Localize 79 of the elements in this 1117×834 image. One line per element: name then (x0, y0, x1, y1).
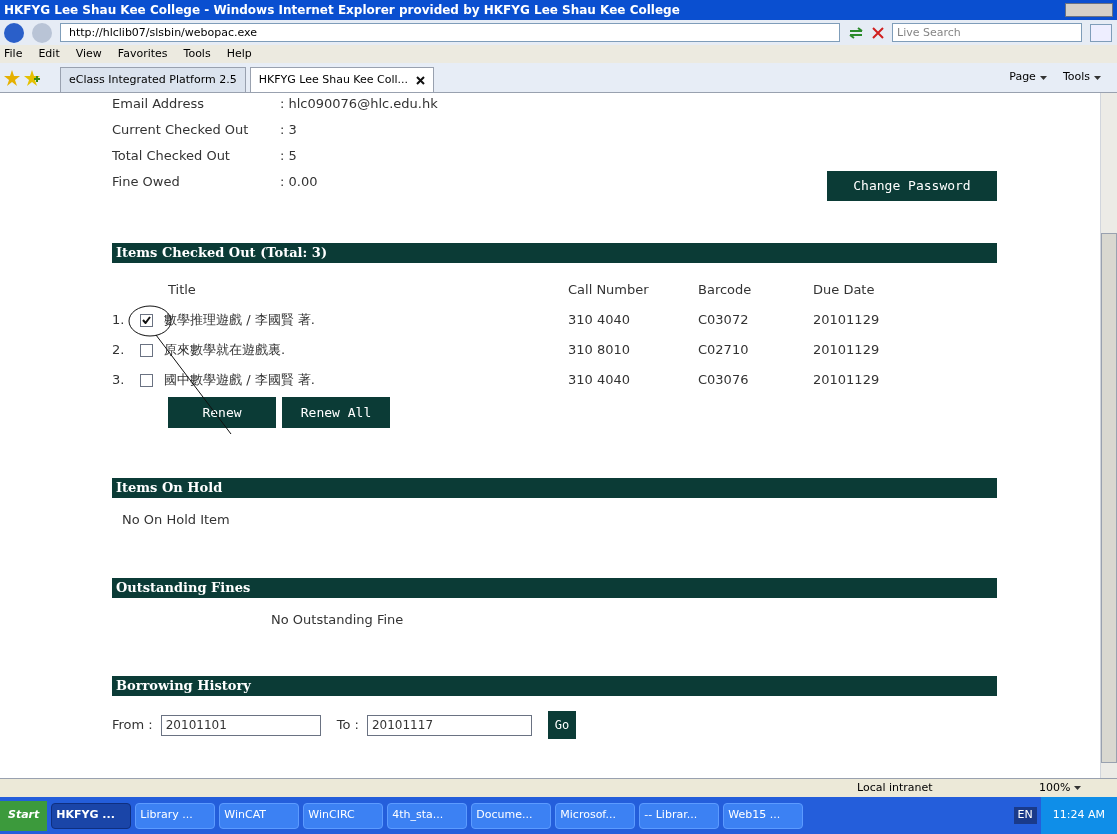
row-number: 1. (112, 311, 126, 329)
menu-item[interactable]: Edit (38, 45, 60, 63)
start-button[interactable]: Start (0, 800, 48, 831)
table-cell-text: 310 4040 (568, 311, 632, 329)
from-date-field[interactable]: 20101101 (160, 714, 321, 736)
check-icon (142, 316, 151, 324)
refresh-icon[interactable] (848, 26, 864, 39)
checkbox[interactable] (140, 343, 153, 357)
field-value: : 5 (280, 147, 297, 165)
language-indicator[interactable]: EN (1013, 807, 1037, 824)
section-header: Items On Hold (112, 478, 997, 498)
caret-icon (1074, 786, 1082, 790)
table-cell-text: 國中數學遊戲 / 李國賢 著. (164, 371, 316, 389)
column-header: Call Number (568, 281, 650, 299)
caret-icon (1094, 75, 1101, 80)
column-header: Title (168, 281, 197, 299)
taskbar-button[interactable]: WinCIRC (303, 802, 384, 829)
change-password-button[interactable]: Change Password (827, 171, 997, 201)
caret-icon (1039, 75, 1047, 80)
star-icon[interactable] (4, 69, 20, 86)
back-icon[interactable] (4, 22, 24, 43)
to-date-field[interactable]: 20101117 (366, 714, 532, 736)
clock-text: 11:24 AM (1052, 807, 1105, 824)
section-header: Borrowing History (112, 676, 997, 696)
search-field[interactable]: Live Search (892, 23, 1082, 42)
from-label: From : (112, 716, 153, 735)
taskbar-button[interactable]: Library ... (135, 802, 216, 829)
field-value: : hlc090076@hlc.edu.hk (280, 95, 438, 113)
table-cell-text: 20101129 (813, 371, 881, 389)
taskbar-button[interactable]: HKFYG ... (51, 802, 132, 829)
renew-button[interactable]: Renew (168, 397, 276, 428)
row-number: 2. (112, 341, 126, 359)
field-value: : 3 (280, 121, 297, 139)
taskbar-button[interactable]: Web15 ... (723, 802, 804, 829)
message-text: No Outstanding Fine (271, 610, 405, 629)
menu-item[interactable]: Favorites (117, 45, 168, 63)
taskbar-button[interactable]: Docume... (471, 802, 552, 829)
window-title: HKFYG Lee Shau Kee College - Windows Internet Explorer provided by HKFYG Lee Shau Kee College (4, 2, 681, 19)
star-plus-icon[interactable] (24, 69, 40, 86)
column-header: Due Date (813, 281, 876, 299)
address-field[interactable]: http://hlclib07/slsbin/webopac.exe (60, 23, 840, 42)
table-cell-text: 310 4040 (568, 371, 632, 389)
checkbox[interactable] (140, 313, 153, 327)
command-button[interactable]: Tools (1062, 69, 1101, 86)
menu-item[interactable]: Tools (183, 45, 211, 63)
close-icon[interactable] (416, 75, 426, 85)
section-header: Outstanding Fines (112, 577, 997, 598)
browser-tab[interactable]: eClass Integrated Platform 2.5 (60, 67, 246, 92)
table-cell-text: C03072 (698, 311, 750, 329)
table-cell-text: 310 8010 (568, 341, 632, 359)
table-cell-text: 20101129 (813, 311, 881, 329)
section-header: Items Checked Out (Total: 3) (112, 243, 997, 263)
taskbar-button[interactable]: -- Librar... (639, 802, 720, 829)
row-number: 3. (112, 371, 126, 389)
browser-tab[interactable]: HKFYG Lee Shau Kee Coll... (249, 67, 435, 92)
go-button[interactable]: Go (547, 711, 576, 739)
zoom-control[interactable]: 100% (1039, 779, 1109, 797)
message-text: No On Hold Item (122, 511, 231, 529)
taskbar-button[interactable]: Microsof... (555, 802, 636, 829)
zone-text: Local intranet (857, 779, 934, 796)
taskbar-button[interactable]: 4th_sta... (387, 802, 468, 829)
field-label: Email Address (112, 95, 205, 113)
field-label: Current Checked Out (112, 121, 250, 139)
checkbox[interactable] (140, 373, 153, 387)
menu-item[interactable]: File (4, 45, 23, 63)
renew-button[interactable]: Renew All (282, 397, 390, 428)
field-label: Total Checked Out (112, 147, 231, 165)
table-cell-text: C03076 (698, 371, 750, 389)
command-button[interactable]: Page (1009, 69, 1047, 86)
taskbar-button[interactable]: WinCAT (219, 802, 300, 829)
table-cell-text: C02710 (698, 341, 750, 359)
column-header: Barcode (698, 281, 753, 299)
field-label: Fine Owed (112, 173, 181, 191)
table-cell-text: 20101129 (813, 341, 881, 359)
menu-item[interactable]: View (75, 45, 102, 63)
menu-item[interactable]: Help (226, 45, 252, 63)
field-value: : 0.00 (280, 173, 318, 191)
to-label: To : (336, 716, 359, 735)
scrollbar[interactable] (1100, 93, 1117, 778)
